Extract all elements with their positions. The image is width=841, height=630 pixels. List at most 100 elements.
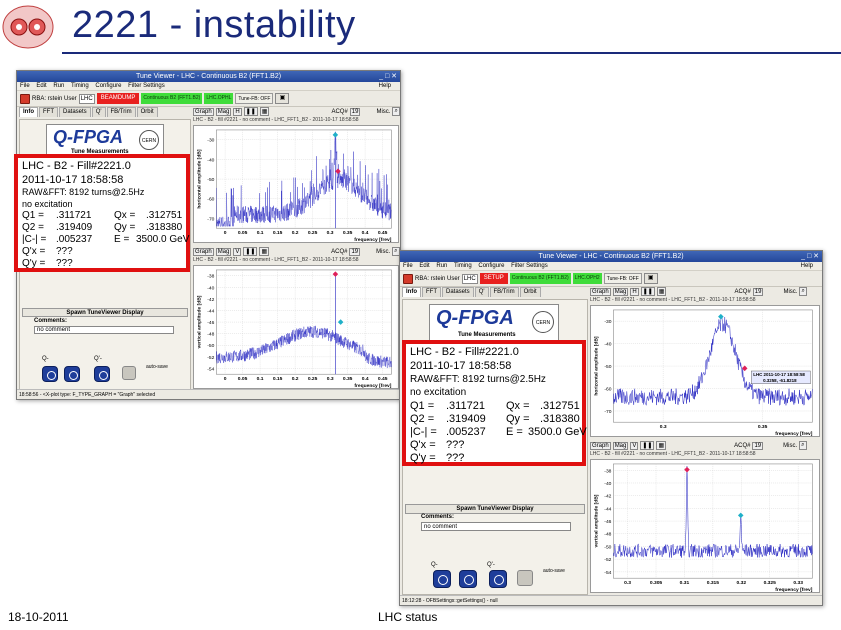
spawn-tuneviewer-button[interactable]: Spawn TuneViewer Display bbox=[22, 308, 188, 317]
pause-icon[interactable]: ❚❚ bbox=[243, 107, 258, 116]
mag-select[interactable]: Mag bbox=[215, 107, 232, 116]
q-button-2[interactable] bbox=[64, 366, 80, 382]
coupling-value: .005237 bbox=[446, 426, 486, 438]
window-title-bar[interactable]: Tune Viewer - LHC - Continuous B2 (FFT1.… bbox=[400, 251, 822, 262]
tab-fft[interactable]: FFT bbox=[39, 107, 58, 117]
h-button[interactable]: H bbox=[630, 287, 639, 296]
q-button-1[interactable] bbox=[42, 366, 58, 382]
grid-icon[interactable]: ▦ bbox=[259, 247, 270, 256]
menu-edit[interactable]: Edit bbox=[36, 83, 46, 89]
machine-select[interactable]: LHC bbox=[78, 93, 95, 104]
toolbar: RBA: rstein User LHC BEAMDUMP Continuous… bbox=[17, 91, 400, 107]
q-prime-button[interactable] bbox=[94, 366, 110, 382]
stop-button[interactable] bbox=[122, 366, 136, 380]
v-button[interactable]: V bbox=[630, 441, 639, 450]
mag-select[interactable]: Mag bbox=[612, 287, 629, 296]
camera-icon[interactable]: ▣ bbox=[275, 93, 290, 104]
x-tick-label: 0.4 bbox=[362, 376, 369, 382]
menu-filter-settings[interactable]: Filter Settings bbox=[511, 263, 548, 269]
x-tick-label: 0.05 bbox=[238, 376, 248, 382]
rbac-icon[interactable] bbox=[20, 93, 30, 104]
y-tick-label: -30 bbox=[604, 319, 611, 325]
q-button-1[interactable] bbox=[433, 570, 451, 588]
plot-controls-v: Graph Mag V ❚❚ ▦ ACQ# 19 Misc. ⌕ bbox=[590, 441, 807, 450]
misc-label: Misc. bbox=[783, 442, 798, 449]
grid-icon[interactable]: ▦ bbox=[656, 441, 667, 450]
y-tick-label: -52 bbox=[604, 557, 611, 563]
graph-select[interactable]: Graph bbox=[590, 287, 611, 296]
tab-datasets[interactable]: Datasets bbox=[59, 107, 91, 117]
menu-run[interactable]: Run bbox=[436, 263, 447, 269]
camera-icon[interactable]: ▣ bbox=[643, 273, 658, 284]
tab-q-prime[interactable]: Q' bbox=[474, 287, 489, 297]
zoom-icon[interactable]: ⌕ bbox=[392, 107, 400, 116]
menu-configure[interactable]: Configure bbox=[95, 83, 121, 89]
menu-timing[interactable]: Timing bbox=[454, 263, 472, 269]
window-controls[interactable]: _ □ ✕ bbox=[379, 71, 397, 82]
machine-select[interactable]: LHC bbox=[461, 273, 478, 284]
tab-info[interactable]: Info bbox=[19, 107, 38, 117]
graph-select[interactable]: Graph bbox=[193, 247, 214, 256]
menu-help[interactable]: Help bbox=[801, 262, 813, 271]
spawn-tuneviewer-button[interactable]: Spawn TuneViewer Display bbox=[405, 504, 585, 514]
y-tick-label: -30 bbox=[207, 138, 214, 144]
title-divider bbox=[62, 52, 841, 54]
acq-spinner[interactable]: 19 bbox=[752, 441, 764, 450]
pause-icon[interactable]: ❚❚ bbox=[640, 287, 655, 296]
tune-info-box-2: LHC - B2 - Fill#2221.0 2011-10-17 18:58:… bbox=[402, 340, 587, 466]
window-title-bar[interactable]: Tune Viewer - LHC - Continuous B2 (FFT1.… bbox=[17, 71, 400, 82]
vertical-spectrum-plot-zoom[interactable]: -38 -40 -42 -44 -46 -48 -50 -52 -54 0.3 0.305 0.31 0… bbox=[590, 459, 820, 593]
slide-date: 18-10-2011 bbox=[8, 610, 69, 624]
menu-timing[interactable]: Timing bbox=[71, 83, 89, 89]
window-controls[interactable]: _ □ ✕ bbox=[801, 251, 819, 262]
chroma-x-value: ??? bbox=[446, 439, 465, 451]
tab-q-prime[interactable]: Q' bbox=[91, 107, 106, 117]
q-prime-button[interactable] bbox=[489, 570, 507, 588]
menu-run[interactable]: Run bbox=[53, 83, 64, 89]
y-tick-label: -40 bbox=[207, 285, 214, 291]
horizontal-spectrum-plot[interactable]: -30 -40 -50 -60 -70 0 0.05 0.1 0.15 0.2 0.25 0.3 0.3… bbox=[193, 125, 399, 243]
chroma-x-label: Q'x = bbox=[410, 439, 436, 451]
comments-input[interactable]: no comment bbox=[34, 326, 174, 334]
menu-configure[interactable]: Configure bbox=[478, 263, 504, 269]
acq-label: ACQ# bbox=[734, 288, 751, 295]
menu-edit[interactable]: Edit bbox=[419, 263, 429, 269]
grid-icon[interactable]: ▦ bbox=[259, 107, 270, 116]
comments-input[interactable]: no comment bbox=[421, 522, 571, 531]
zoom-icon[interactable]: ⌕ bbox=[799, 441, 807, 450]
stop-button[interactable] bbox=[517, 570, 533, 586]
mag-select[interactable]: Mag bbox=[215, 247, 232, 256]
tab-datasets[interactable]: Datasets bbox=[442, 287, 474, 297]
comments-label: Comments: bbox=[421, 514, 455, 520]
user-badge: LHC.OPHL bbox=[204, 93, 234, 104]
menu-filter-settings[interactable]: Filter Settings bbox=[128, 83, 165, 89]
rbac-icon[interactable] bbox=[403, 273, 413, 284]
tab-fft[interactable]: FFT bbox=[422, 287, 441, 297]
tab-orbit[interactable]: Orbit bbox=[519, 287, 541, 297]
menu-help[interactable]: Help bbox=[379, 82, 391, 91]
tab-fb-trim[interactable]: FB/Trim bbox=[106, 107, 136, 117]
acq-spinner[interactable]: 19 bbox=[349, 247, 361, 256]
horizontal-spectrum-plot-zoom[interactable]: -30 -40 -50 -60 -70 0.3 0.35 frequency [frev] ho… bbox=[590, 305, 820, 437]
v-button[interactable]: V bbox=[233, 247, 242, 256]
grid-icon[interactable]: ▦ bbox=[656, 287, 667, 296]
h-button[interactable]: H bbox=[233, 107, 242, 116]
menu-file[interactable]: File bbox=[403, 263, 413, 269]
tab-info[interactable]: Info bbox=[402, 287, 421, 297]
graph-select[interactable]: Graph bbox=[193, 107, 214, 116]
acq-spinner[interactable]: 19 bbox=[349, 107, 361, 116]
pause-icon[interactable]: ❚❚ bbox=[640, 441, 655, 450]
zoom-icon[interactable]: ⌕ bbox=[799, 287, 807, 296]
mag-select[interactable]: Mag bbox=[612, 441, 629, 450]
window-title: Tune Viewer - LHC - Continuous B2 (FFT1.… bbox=[135, 73, 282, 80]
chroma-y-label: Q'y = bbox=[410, 452, 436, 464]
q-button-2[interactable] bbox=[459, 570, 477, 588]
acq-spinner[interactable]: 19 bbox=[752, 287, 764, 296]
pause-icon[interactable]: ❚❚ bbox=[243, 247, 258, 256]
vertical-spectrum-plot[interactable]: -38 -40 -42 -44 -46 -48 -50 -52 -54 0 0.05 0.1 0.15 0… bbox=[193, 265, 399, 389]
acq-label: ACQ# bbox=[331, 108, 348, 115]
menu-file[interactable]: File bbox=[20, 83, 30, 89]
graph-select[interactable]: Graph bbox=[590, 441, 611, 450]
tab-orbit[interactable]: Orbit bbox=[136, 107, 158, 117]
tab-fb-trim[interactable]: FB/Trim bbox=[489, 287, 519, 297]
